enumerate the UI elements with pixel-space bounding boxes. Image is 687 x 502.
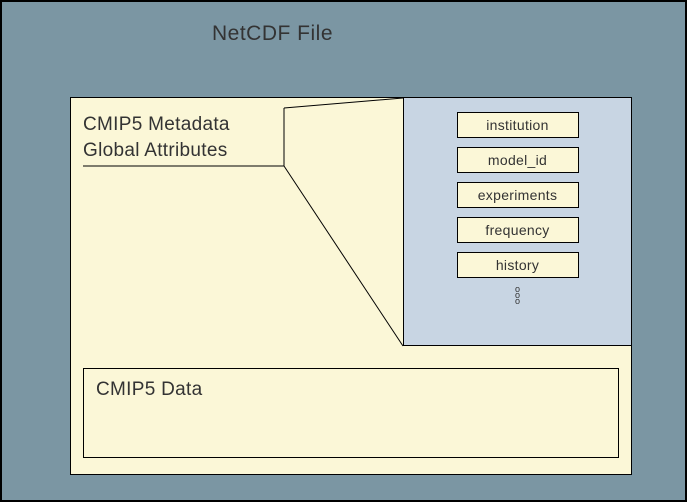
- ellipsis-icon: ooo: [404, 287, 631, 303]
- attr-frequency: frequency: [457, 217, 579, 243]
- attr-institution: institution: [457, 112, 579, 138]
- file-title: NetCDF File: [212, 22, 333, 46]
- data-label: CMIP5 Data: [96, 379, 202, 400]
- diagram-canvas: NetCDF File CMIP5 Metadata Global Attrib…: [0, 0, 687, 502]
- metadata-label-line1: CMIP5 Metadata: [83, 114, 230, 135]
- attr-model-id: model_id: [457, 147, 579, 173]
- attr-history: history: [457, 252, 579, 278]
- attr-experiments: experiments: [457, 182, 579, 208]
- data-box: CMIP5 Data: [83, 368, 619, 458]
- metadata-label: CMIP5 Metadata Global Attributes: [83, 112, 283, 163]
- netcdf-file-box: CMIP5 Metadata Global Attributes institu…: [70, 97, 632, 475]
- attributes-panel: institution model_id experiments frequen…: [403, 98, 631, 346]
- metadata-label-line2: Global Attributes: [83, 140, 228, 161]
